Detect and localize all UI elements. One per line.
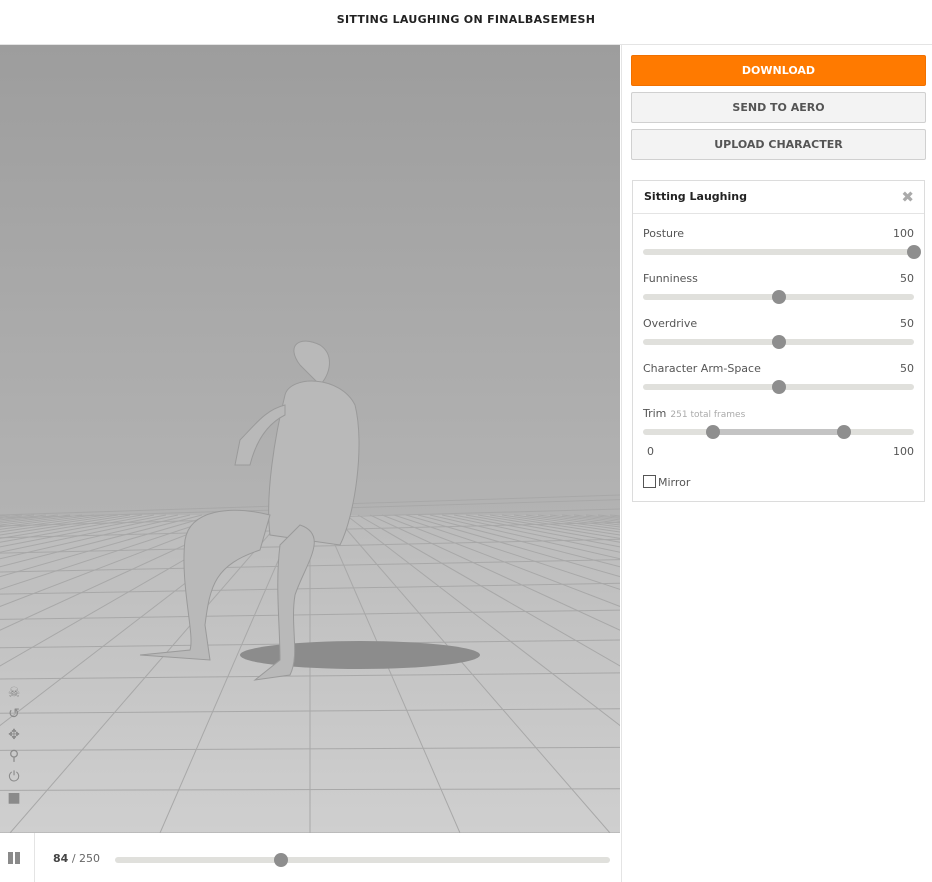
mirror-label: Mirror (658, 476, 691, 489)
slider-value: 50 (900, 317, 914, 330)
scene (0, 45, 620, 833)
slider-label: Posture (643, 227, 685, 240)
trim-start-thumb[interactable] (706, 425, 721, 439)
frame-counter: 84 / 250 (53, 852, 100, 865)
timeline-slider[interactable] (115, 853, 610, 867)
trim-label: Trim (643, 407, 667, 420)
slider-thumb[interactable] (771, 335, 786, 349)
checkbox-icon[interactable] (643, 475, 656, 488)
slider-thumb[interactable] (771, 290, 786, 304)
playback-bar: 84 / 250 (0, 833, 620, 882)
upload-character-button[interactable]: UPLOAD CHARACTER (631, 129, 926, 160)
trim-min: 0 (647, 445, 654, 458)
divider (34, 833, 35, 882)
slider-character-arm-space: Character Arm-Space 50 (643, 362, 914, 394)
current-frame: 84 (53, 852, 69, 865)
trim-range (713, 429, 844, 435)
slider-track[interactable] (643, 380, 914, 394)
animation-panel: Sitting Laughing ✖ Posture 100 Funniness 50… (632, 180, 925, 502)
zoom-icon[interactable]: ⚲ (5, 748, 23, 769)
move-icon[interactable]: ✥ (5, 727, 23, 748)
panel-title: Sitting Laughing (633, 181, 924, 214)
slider-posture: Posture 100 (643, 227, 921, 259)
slider-value: 100 (893, 227, 914, 240)
slider-track[interactable] (643, 245, 921, 259)
viewer-toolbar: ☠ ↺ ✥ ⚲ ⏻ ■ (5, 685, 23, 811)
trim-slider[interactable] (643, 425, 914, 439)
camera-icon[interactable]: ■ (5, 790, 23, 811)
trim-end-thumb[interactable] (836, 425, 851, 439)
slider-thumb[interactable] (907, 245, 921, 259)
slider-label: Character Arm-Space (643, 362, 761, 375)
slider-value: 50 (900, 362, 914, 375)
send-to-aero-button[interactable]: SEND TO AERO (631, 92, 926, 123)
sidebar: DOWNLOAD SEND TO AERO UPLOAD CHARACTER S… (621, 45, 932, 882)
slider-track[interactable] (643, 335, 914, 349)
download-button[interactable]: DOWNLOAD (631, 55, 926, 86)
slider-thumb[interactable] (771, 380, 786, 394)
rotate-icon[interactable]: ↺ (5, 706, 23, 727)
slider-value: 50 (900, 272, 914, 285)
trim-frames: 251 total frames (670, 410, 746, 420)
power-icon[interactable]: ⏻ (5, 769, 23, 790)
pause-button[interactable] (8, 852, 22, 864)
slider-track[interactable] (643, 290, 914, 304)
slider-label: Funniness (643, 272, 698, 285)
slider-overdrive: Overdrive 50 (643, 317, 914, 349)
mirror-checkbox[interactable]: Mirror (643, 475, 690, 489)
slider-label: Overdrive (643, 317, 698, 330)
timeline-thumb[interactable] (274, 853, 289, 867)
3d-viewport[interactable]: ☠ ↺ ✥ ⚲ ⏻ ■ (0, 45, 620, 833)
close-icon[interactable]: ✖ (901, 188, 914, 206)
page-title: SITTING LAUGHING ON FINALBASEMESH (0, 0, 932, 45)
total-frames: / 250 (71, 852, 101, 865)
trim-control: Trim 251 total frames 0 100 (643, 407, 914, 458)
slider-funniness: Funniness 50 (643, 272, 914, 304)
skull-icon[interactable]: ☠ (5, 685, 23, 706)
trim-max: 100 (893, 445, 914, 458)
